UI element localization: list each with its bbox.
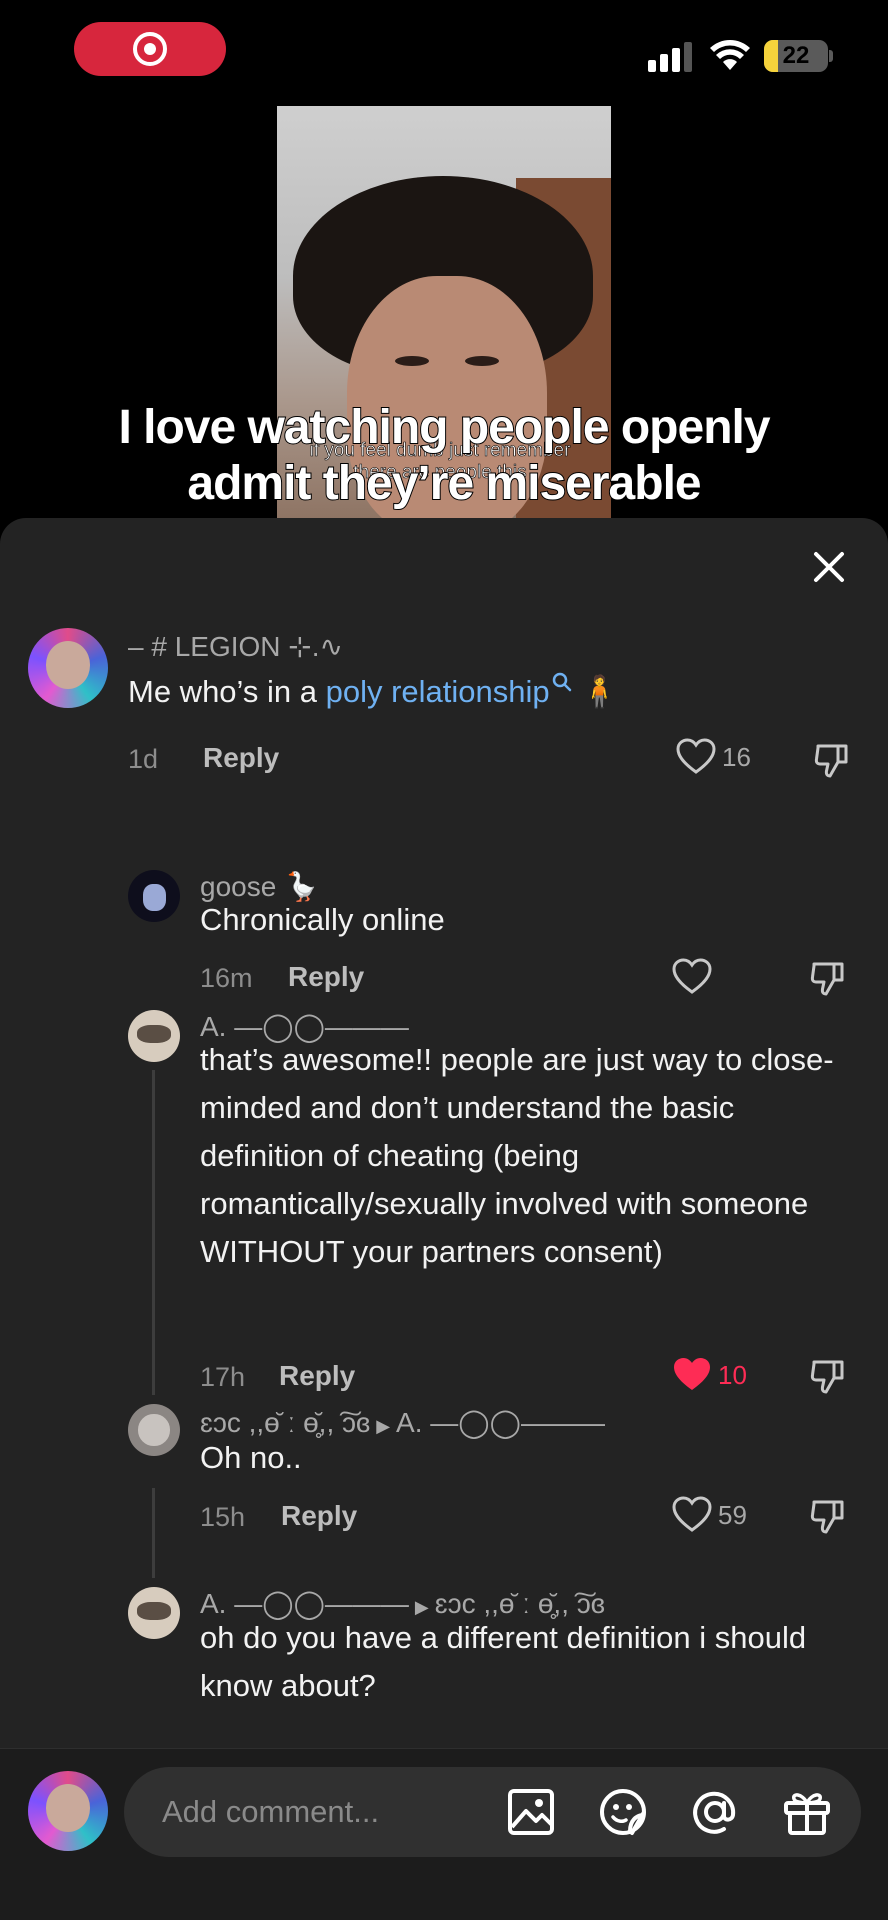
- like-count: 16: [722, 741, 751, 772]
- comment-time: 15h: [200, 1502, 246, 1532]
- reply-to-arrow-icon: ▶: [376, 1416, 391, 1436]
- battery-indicator: 22: [764, 40, 828, 72]
- avatar[interactable]: [28, 628, 108, 708]
- video-subject-eye: [465, 356, 499, 366]
- heart-icon: [676, 738, 716, 774]
- status-bar: 22: [0, 0, 888, 110]
- record-icon: [133, 32, 167, 66]
- comment-text: Me who’s in a poly relationship 🧍: [128, 668, 848, 716]
- comment-input-bar: [0, 1748, 888, 1920]
- comment-time: 17h: [200, 1362, 246, 1392]
- comment-text: Oh no..: [200, 1440, 302, 1475]
- avatar[interactable]: [128, 870, 180, 922]
- like-count: 10: [718, 1359, 747, 1390]
- reply-button[interactable]: Reply: [281, 1500, 357, 1532]
- video-overlay-caption: I love watching people openly admit they…: [117, 400, 771, 511]
- heart-icon: [672, 1496, 712, 1532]
- like-button[interactable]: 16: [676, 738, 751, 776]
- heart-filled-icon: [674, 1358, 710, 1390]
- battery-level: 22: [782, 42, 810, 69]
- reply-button[interactable]: Reply: [203, 742, 279, 774]
- video-subject-eye: [395, 356, 429, 366]
- dislike-icon[interactable]: [808, 1496, 848, 1536]
- sticker-icon[interactable]: [596, 1785, 650, 1839]
- wifi-icon: [710, 40, 750, 70]
- dislike-icon[interactable]: [812, 740, 852, 780]
- comment-text: that’s awesome!! people are just way to …: [200, 1042, 834, 1269]
- reply-comment: goose 🪿 Chronically online 16m Reply: [0, 778, 888, 996]
- comment-time: 1d: [128, 744, 159, 774]
- battery-fill: [764, 40, 779, 72]
- screen-recording-indicator[interactable]: [74, 22, 226, 76]
- like-button[interactable]: 10: [672, 1356, 747, 1394]
- comment-text: oh do you have a different definition i …: [200, 1620, 807, 1703]
- comment-input-container[interactable]: [124, 1767, 861, 1857]
- comment: – # LEGION ⊹.∿ Me who’s in a poly relati…: [0, 518, 888, 778]
- comment-username[interactable]: – # LEGION ⊹.∿: [128, 630, 343, 663]
- reply-comment: A. —◯◯——— ▶ ɛɔc ,,ө̆ ː ө̥̆,, ͠ɔɞ oh do you…: [0, 1578, 888, 1758]
- like-button[interactable]: 59: [672, 1496, 747, 1534]
- comments-sheet: – # LEGION ⊹.∿ Me who’s in a poly relati…: [0, 518, 888, 1920]
- reply-comment: ɛɔc ,,ө̆ ː ө̥̆,, ͠ɔɞ ▶ A. —◯◯——— Oh no.. 1…: [0, 1398, 888, 1578]
- image-icon[interactable]: [504, 1785, 558, 1839]
- reply-comment: A. —◯◯——— that’s awesome!! people are ju…: [0, 978, 888, 1394]
- cellular-signal-icon: [648, 42, 692, 72]
- reply-button[interactable]: Reply: [279, 1360, 355, 1392]
- search-icon: [552, 672, 571, 692]
- hashtag-link[interactable]: poly relationship: [325, 672, 572, 709]
- avatar[interactable]: [128, 1587, 180, 1639]
- like-count: 59: [718, 1499, 747, 1530]
- avatar[interactable]: [128, 1010, 180, 1062]
- comment-text: Chronically online: [200, 902, 445, 937]
- dislike-icon[interactable]: [808, 1356, 848, 1396]
- battery-tip: [829, 50, 833, 62]
- comment-text-part: 🧍: [571, 674, 619, 709]
- gift-icon[interactable]: [780, 1785, 834, 1839]
- current-user-avatar[interactable]: [28, 1771, 108, 1851]
- search-link-text: poly relationship: [325, 674, 550, 709]
- avatar[interactable]: [128, 1404, 180, 1456]
- comment-input[interactable]: [162, 1767, 492, 1857]
- mention-icon[interactable]: [688, 1785, 742, 1839]
- comment-text-part: Me who’s in a: [128, 674, 326, 709]
